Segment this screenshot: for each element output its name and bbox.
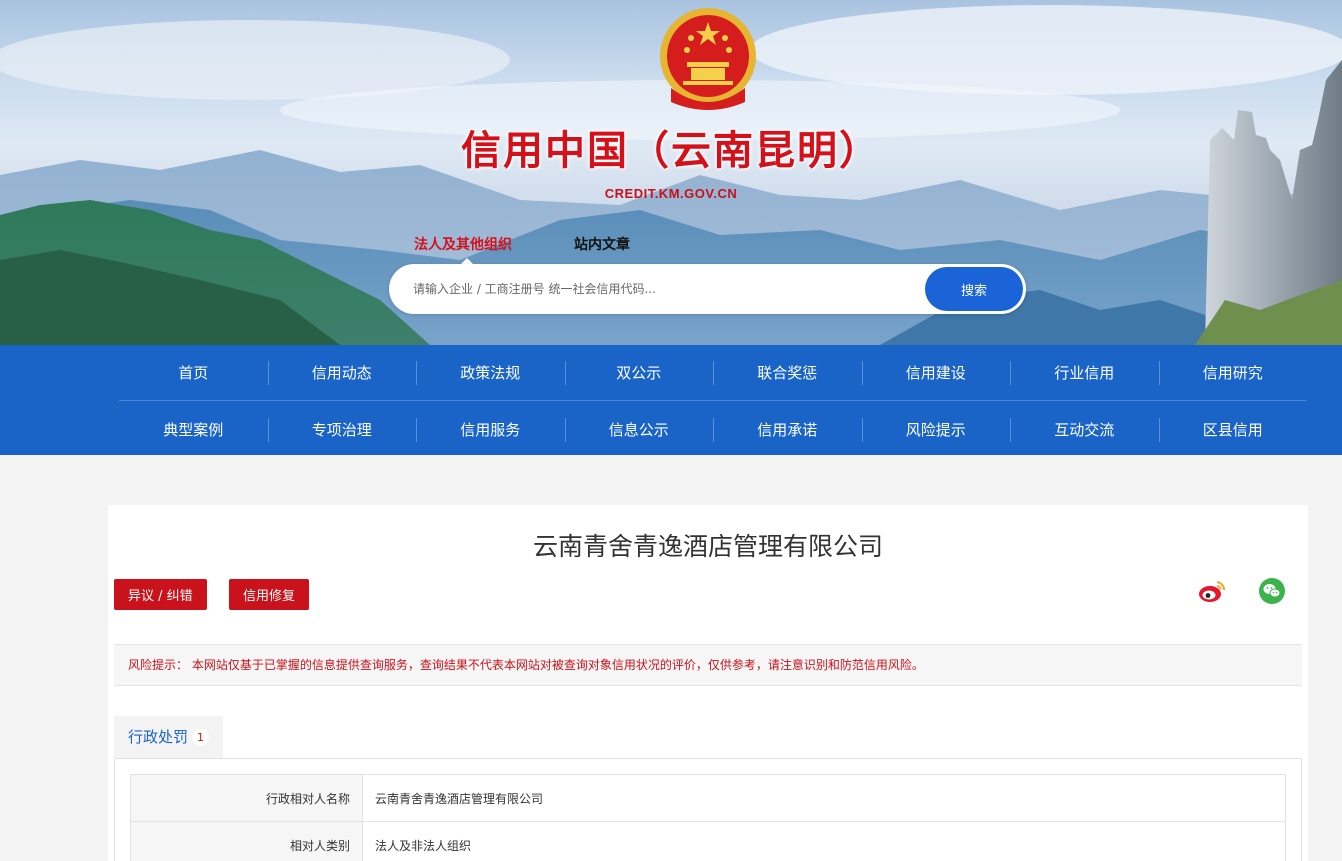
company-name: 云南青舍青逸酒店管理有限公司 bbox=[532, 532, 883, 561]
nav-item-joint-reward-punish[interactable]: 联合奖惩 bbox=[713, 345, 862, 400]
nav-item-interaction[interactable]: 互动交流 bbox=[1010, 402, 1159, 458]
nav-item-double-publicity[interactable]: 双公示 bbox=[564, 345, 714, 400]
nav-item-risk-alert[interactable]: 风险提示 bbox=[861, 402, 1011, 458]
nav-item-industry-credit[interactable]: 行业信用 bbox=[1010, 345, 1159, 400]
tab-label: 行政处罚 bbox=[128, 728, 189, 746]
table-value: 法人及非法人组织 bbox=[362, 821, 1286, 861]
table-key: 相对人类别 bbox=[130, 821, 363, 861]
table-row: 行政相对人名称 云南青舍青逸酒店管理有限公司 bbox=[130, 774, 1286, 822]
tab-administrative-penalty[interactable]: 行政处罚 1 bbox=[114, 716, 224, 758]
tab-count-badge: 1 bbox=[192, 729, 210, 746]
record-tabs: 行政处罚 1 bbox=[114, 716, 1302, 758]
weibo-icon[interactable] bbox=[1198, 577, 1226, 605]
header-banner: 信用中国（云南昆明） CREDIT.KM.GOV.CN 法人及其他组织 站内文章… bbox=[0, 0, 1342, 345]
national-emblem-icon bbox=[660, 8, 756, 110]
nav-row-1: 首页 信用动态 政策法规 双公示 联合奖惩 信用建设 行业信用 信用研究 bbox=[119, 345, 1307, 401]
company-detail-card: 云南青舍青逸酒店管理有限公司 异议 / 纠错 信用修复 风险提示： 本网站仅基于… bbox=[108, 505, 1308, 861]
nav-item-credit-news[interactable]: 信用动态 bbox=[267, 345, 417, 400]
search-tab-legal-entity[interactable]: 法人及其他组织 bbox=[414, 234, 512, 265]
search-tab-site-articles[interactable]: 站内文章 bbox=[574, 234, 630, 254]
nav-item-special-governance[interactable]: 专项治理 bbox=[267, 402, 417, 458]
nav-item-home[interactable]: 首页 bbox=[119, 345, 268, 400]
main-nav: 首页 信用动态 政策法规 双公示 联合奖惩 信用建设 行业信用 信用研究 典型案… bbox=[0, 345, 1342, 455]
nav-item-credit-commitment[interactable]: 信用承诺 bbox=[713, 402, 862, 458]
search-button[interactable]: 搜索 bbox=[925, 267, 1023, 311]
penalty-panel: 行政相对人名称 云南青舍青逸酒店管理有限公司 相对人类别 法人及非法人组织 bbox=[114, 758, 1302, 861]
search-box: 搜索 bbox=[389, 264, 1026, 314]
table-row: 相对人类别 法人及非法人组织 bbox=[130, 821, 1286, 861]
nav-item-county-credit[interactable]: 区县信用 bbox=[1158, 402, 1308, 458]
nav-item-credit-research[interactable]: 信用研究 bbox=[1158, 345, 1308, 400]
nav-item-credit-building[interactable]: 信用建设 bbox=[861, 345, 1011, 400]
nav-row-2: 典型案例 专项治理 信用服务 信息公示 信用承诺 风险提示 互动交流 区县信用 bbox=[119, 402, 1307, 458]
search-tabs: 法人及其他组织 站内文章 bbox=[414, 234, 630, 265]
nav-item-credit-service[interactable]: 信用服务 bbox=[416, 402, 565, 458]
site-domain: CREDIT.KM.GOV.CN bbox=[604, 186, 738, 201]
table-key: 行政相对人名称 bbox=[130, 774, 363, 822]
nav-item-typical-cases[interactable]: 典型案例 bbox=[119, 402, 268, 458]
site-title: 信用中国（云南昆明） bbox=[461, 128, 881, 174]
nav-item-policy[interactable]: 政策法规 bbox=[416, 345, 565, 400]
objection-correction-button[interactable]: 异议 / 纠错 bbox=[114, 579, 207, 610]
search-input[interactable] bbox=[413, 264, 913, 314]
risk-notice: 风险提示： 本网站仅基于已掌握的信息提供查询服务，查询结果不代表本网站对被查询对… bbox=[114, 644, 1302, 686]
nav-item-info-publicity[interactable]: 信息公示 bbox=[564, 402, 714, 458]
penalty-info-table: 行政相对人名称 云南青舍青逸酒店管理有限公司 相对人类别 法人及非法人组织 bbox=[130, 774, 1286, 861]
wechat-icon[interactable] bbox=[1258, 577, 1286, 605]
table-value: 云南青舍青逸酒店管理有限公司 bbox=[362, 774, 1286, 822]
credit-repair-button[interactable]: 信用修复 bbox=[229, 579, 310, 610]
